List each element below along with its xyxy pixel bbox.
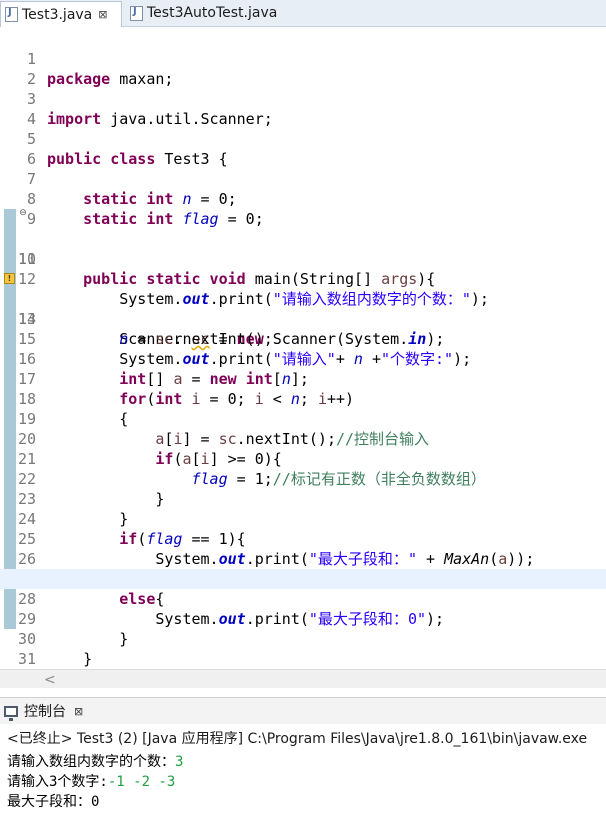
console-user-input: -1 -2 -3	[107, 774, 176, 790]
java-file-icon	[5, 7, 18, 22]
code-line[interactable]: 24 if(flag == 1){	[0, 489, 606, 548]
code-line[interactable]: 9	[0, 189, 606, 228]
tab-label: Test3.java	[22, 6, 93, 23]
code-line[interactable]: 19 a[i] = sc.nextInt();//控制台输入	[0, 389, 606, 448]
code-line[interactable]: 4	[0, 89, 606, 128]
code-line[interactable]: 27 else{	[0, 549, 606, 608]
close-tab-icon[interactable]: ⊠	[98, 8, 107, 21]
warning-icon[interactable]: !	[4, 273, 15, 284]
scroll-left-icon[interactable]: <	[44, 672, 56, 688]
console-tab-bar: 控制台 ⊠	[0, 697, 606, 725]
code-line[interactable]: 17 for(int i = 0; i < n; i++)	[0, 349, 606, 408]
code-line[interactable]: 22 }	[0, 449, 606, 508]
console-output-text: 最大子段和：0	[7, 794, 100, 810]
console-tab-label: 控制台	[24, 704, 66, 720]
tab-label: Test3AutoTest.java	[147, 5, 278, 21]
console-monitor-icon	[4, 705, 18, 721]
tab-test3autotest-java[interactable]: Test3AutoTest.java	[126, 1, 306, 25]
console-line: 请输入3个数字:-1 -2 -3	[7, 771, 175, 791]
console-process-header: <已终止> Test3 (2) [Java 应用程序] C:\Program F…	[7, 731, 588, 747]
code-line[interactable]: 16 int[] a = new int[n];	[0, 329, 606, 388]
code-line[interactable]: 25 System.out.print("最大子段和：" + MaxAn(a))…	[0, 509, 606, 568]
code-line[interactable]: 32	[0, 649, 606, 688]
code-line[interactable]: 31	[0, 629, 606, 668]
code-line[interactable]: 30 }	[0, 609, 606, 668]
java-file-icon	[130, 5, 143, 21]
code-line[interactable]: 6	[0, 129, 606, 168]
editor-tab-bar: Test3.java ⊠ Test3AutoTest.java	[0, 0, 606, 27]
code-line[interactable]: 5 public class Test3 {	[0, 109, 606, 168]
console-line: 请输入数组内数字的个数：3	[7, 751, 183, 771]
code-line[interactable]: 2	[0, 49, 606, 88]
code-line[interactable]: 21 flag = 1;//标记有正数（非全负数数组）	[0, 429, 606, 488]
tab-console[interactable]: 控制台 ⊠	[4, 701, 83, 721]
code-line[interactable]: 26 }	[0, 529, 606, 588]
code-line[interactable]: 14 n = sc.nextInt();	[0, 289, 606, 348]
console-output[interactable]: <已终止> Test3 (2) [Java 应用程序] C:\Program F…	[0, 724, 606, 813]
fold-collapse-icon[interactable]: ⊖	[18, 208, 28, 218]
console-output-text: 请输入数组内数字的个数：	[7, 754, 175, 770]
code-editor[interactable]: 1 package maxan; 2 3 import java.util.Sc…	[0, 27, 606, 688]
horizontal-scrollbar[interactable]: <	[0, 669, 606, 688]
code-line[interactable]: 18 {	[0, 369, 606, 428]
console-output-text: 请输入3个数字:	[7, 774, 108, 790]
code-line[interactable]: 15 System.out.print("请输入"+ n +"个数字:");	[0, 309, 606, 368]
code-line[interactable]: ! 13 Scanner sc = new Scanner(System.in)…	[0, 269, 606, 348]
code-line[interactable]: 8 static int flag = 0;	[0, 169, 606, 228]
console-line: 最大子段和：0	[7, 791, 99, 811]
code-line[interactable]: 20 if(a[i] >= 0){	[0, 409, 606, 468]
code-line[interactable]: 3 import java.util.Scanner;	[0, 69, 606, 128]
code-line[interactable]: 23 }	[0, 469, 606, 528]
console-user-input: 3	[175, 754, 184, 770]
code-line[interactable]: 12 System.out.print("请输入数组内数字的个数：");	[0, 249, 606, 308]
close-console-icon[interactable]: ⊠	[74, 705, 83, 718]
code-line[interactable]: ⊖ 10 public static void main(String[] ar…	[0, 208, 606, 288]
code-line[interactable]: 29 }	[0, 589, 606, 648]
current-code-line[interactable]: 28 System.out.print("最大子段和：0");	[0, 569, 606, 628]
code-line[interactable]: 11	[0, 229, 606, 268]
code-line[interactable]: 1 package maxan;	[0, 29, 606, 88]
code-line[interactable]: 7 static int n = 0;	[0, 149, 606, 208]
tab-test3-java[interactable]: Test3.java ⊠	[0, 1, 122, 27]
